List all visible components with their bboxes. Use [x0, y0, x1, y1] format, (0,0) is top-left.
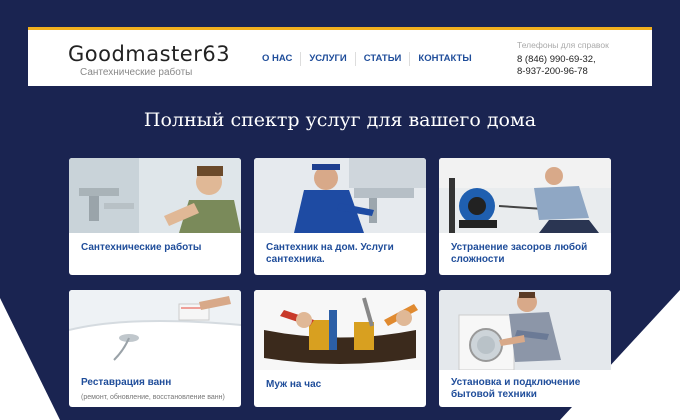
site-logo[interactable]: Goodmaster63: [68, 42, 230, 66]
phone-number-2[interactable]: 8-937-200-96-78: [517, 66, 609, 78]
tool-belt-image: [254, 290, 426, 370]
plumber-in-uniform-image: [254, 158, 426, 233]
drain-cleaning-machine-image: [439, 158, 611, 233]
nav-articles[interactable]: СТАТЬИ: [354, 52, 410, 66]
card-title: Сантехнические работы: [81, 242, 202, 253]
phone-block: Телефоны для справок 8 (846) 990-69-32, …: [517, 40, 609, 78]
main-nav: О НАС УСЛУГИ СТАТЬИ КОНТАКТЫ: [254, 52, 480, 66]
service-card-appliance-install[interactable]: Установка и подключение бытовой техники: [439, 290, 611, 407]
card-title: Устранение засоров любой сложности: [451, 242, 588, 265]
card-title-text: Реставрация ванн: [81, 377, 172, 388]
washing-machine-install-image: [439, 290, 611, 370]
service-card-plumbing-works[interactable]: Сантехнические работы: [69, 158, 241, 275]
nav-contacts[interactable]: КОНТАКТЫ: [409, 52, 479, 66]
phones-label: Телефоны для справок: [517, 40, 609, 50]
card-title: Муж на час: [266, 379, 322, 390]
hero-title: Полный спектр услуг для вашего дома: [143, 109, 537, 131]
service-card-handyman[interactable]: Муж на час: [254, 290, 426, 407]
card-subtitle: (ремонт, обновление, восстановление ванн…: [81, 394, 225, 401]
plumber-under-sink-image: [69, 158, 241, 233]
service-card-home-plumber[interactable]: Сантехник на дом. Услуги сантехника.: [254, 158, 426, 275]
nav-services[interactable]: УСЛУГИ: [300, 52, 354, 66]
bathtub-restoration-image: [69, 290, 241, 370]
site-header: Goodmaster63 Сантехнические работы О НАС…: [28, 27, 652, 86]
site-tagline: Сантехнические работы: [80, 67, 193, 78]
card-title: Установка и подключение бытовой техники: [451, 377, 581, 400]
service-card-bathtub-restoration[interactable]: Реставрация ванн (ремонт, обновление, во…: [69, 290, 241, 407]
phone-number-1[interactable]: 8 (846) 990-69-32,: [517, 54, 609, 66]
card-title: Реставрация ванн (ремонт, обновление, во…: [81, 377, 231, 404]
card-title: Сантехник на дом. Услуги сантехника.: [266, 242, 394, 265]
nav-about[interactable]: О НАС: [254, 52, 300, 66]
service-card-drain-cleaning[interactable]: Устранение засоров любой сложности: [439, 158, 611, 275]
